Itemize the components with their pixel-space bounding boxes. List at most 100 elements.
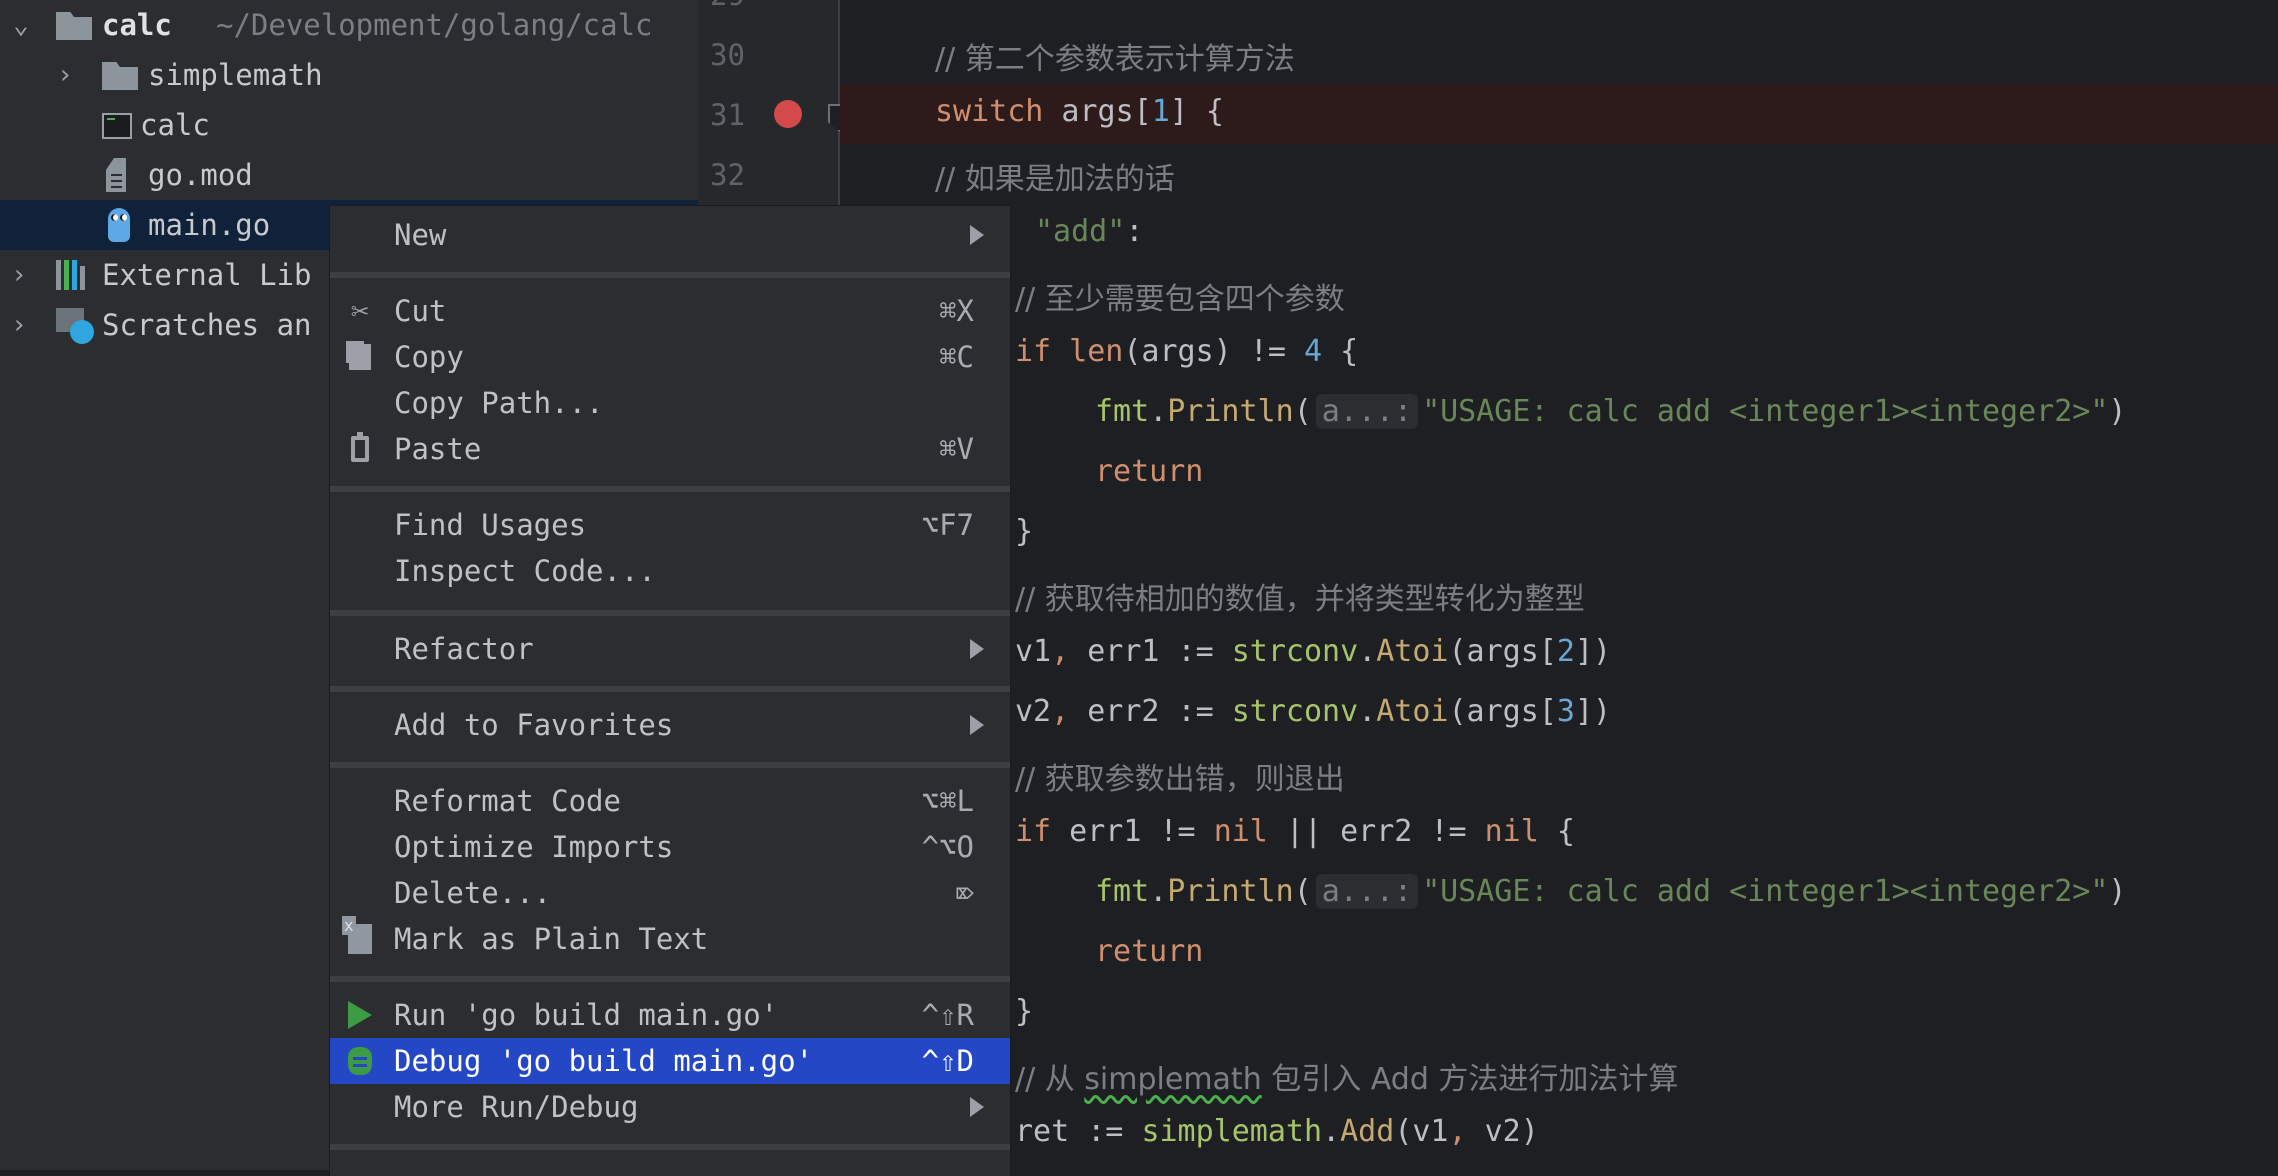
menu-item-copy-path[interactable]: Copy Path... [330,380,1010,426]
submenu-arrow-icon [970,639,984,659]
code-function: Add [1340,1114,1395,1149]
code-text: || err2 != [1267,814,1485,849]
menu-item-optimize-imports[interactable]: Optimize Imports ^⌥O [330,824,1010,870]
tree-item-label: Scratches an [102,308,312,342]
code-comment: 包引入 Add 方法进行加法计算 [1261,1062,1679,1097]
clock-icon [70,320,94,344]
code-line: v1, err1 := strconv.Atoi(args[2]) [1015,634,1611,669]
code-text: ) [2108,394,2127,429]
tree-root-calc[interactable]: ⌄ calc ~/Development/golang/calc [0,0,698,50]
code-text: v2) [1466,1114,1539,1149]
tree-item-label: calc [140,108,210,142]
code-text: err2 := [1069,694,1232,729]
terminal-icon [102,113,132,139]
tree-item-go-mod[interactable]: go.mod [0,150,698,200]
menu-item-more-run-debug[interactable]: More Run/Debug [330,1084,1010,1130]
chevron-right-icon[interactable]: › [6,312,32,338]
code-keyword: if [1015,814,1052,849]
tree-item-label: go.mod [148,158,253,192]
menu-item-label: Optimize Imports [394,830,674,864]
clipboard-icon [344,432,376,465]
code-comment: // 获取待相加的数值，并将类型转化为整型 [1015,582,1585,617]
menu-separator [330,762,1010,768]
tree-item-simplemath[interactable]: › simplemath [0,50,698,100]
submenu-arrow-icon [970,715,984,735]
menu-item-label: New [394,218,447,252]
menu-item-debug[interactable]: Debug 'go build main.go' ^⇧D [330,1038,1010,1084]
menu-item-label: Find Usages [394,508,587,542]
menu-separator [330,272,1010,278]
code-text: err1 != [1051,814,1214,849]
folder-icon [56,12,92,40]
line-number: 29 [710,0,780,12]
code-text: ]) [1574,694,1612,729]
line-number: 31 [710,98,745,132]
menu-item-inspect-code[interactable]: Inspect Code... [330,548,1010,594]
code-text: err1 := [1069,634,1232,669]
menu-item-copy[interactable]: Copy ⌘C [330,334,1010,380]
menu-separator [330,486,1010,492]
code-package: strconv [1231,634,1359,669]
plain-text-icon [342,916,376,955]
menu-item-label: Inspect Code... [394,554,656,588]
code-keyword: nil [1213,814,1268,849]
menu-item-label: Run 'go build main.go' [394,998,779,1032]
menu-item-add-to-favorites[interactable]: Add to Favorites [330,702,1010,748]
menu-item-label: Copy Path... [394,386,604,420]
code-number: 1 [1151,94,1170,129]
menu-item-delete[interactable]: Delete... ⌦ [330,870,1010,916]
code-number: 3 [1556,694,1575,729]
menu-separator [330,610,1010,616]
menu-item-new[interactable]: New [330,212,1010,258]
menu-item-label: Mark as Plain Text [394,922,709,956]
debug-bug-icon [344,1045,376,1077]
tree-item-calc[interactable]: calc [0,100,698,150]
code-text: { [1538,814,1575,849]
code-line: // 至少需要包含四个参数 [1015,274,1345,318]
menu-item-label: Refactor [394,632,534,666]
line-number: 32 [710,158,745,192]
code-line: if len(args) != 4 { [1015,334,1358,369]
library-icon [56,260,85,290]
menu-item-cut[interactable]: ✂ Cut ⌘X [330,288,1010,334]
chevron-right-icon[interactable]: › [52,62,78,88]
code-text: , [1448,1114,1467,1149]
menu-shortcut: ⌘C [939,340,974,374]
menu-shortcut: ^⌥O [921,830,974,864]
code-line: } [1015,994,1033,1029]
chevron-right-icon[interactable]: › [6,262,32,288]
tree-root-path: ~/Development/golang/calc [216,8,653,42]
menu-shortcut: ⌦ [956,876,974,910]
tree-item-label: main.go [148,208,271,242]
menu-item-reformat-code[interactable]: Reformat Code ⌥⌘L [330,778,1010,824]
menu-item-run[interactable]: Run 'go build main.go' ^⇧R [330,992,1010,1038]
code-function: Println [1167,394,1294,429]
code-comment-typo[interactable]: simplemath [1084,1062,1261,1097]
code-comment: // 如果是加法的话 [935,162,1175,197]
submenu-arrow-icon [970,1097,984,1117]
code-text: ( [1293,874,1312,909]
parameter-hint: a...: [1315,394,1419,429]
menu-item-label: Debug 'go build main.go' [394,1044,814,1078]
folder-icon [102,62,138,90]
code-string: "USAGE: calc add <integer1><integer2>" [1422,394,2109,429]
code-text: } [1015,994,1034,1029]
menu-item-refactor[interactable]: Refactor [330,626,1010,672]
submenu-arrow-icon [970,225,984,245]
code-package: fmt [1095,394,1150,429]
code-keyword: switch [935,94,1044,129]
breakpoint-icon[interactable] [774,100,802,128]
menu-item-mark-as-plain-text[interactable]: Mark as Plain Text [330,916,1010,962]
copy-icon [344,341,376,373]
menu-shortcut: ⌘X [939,294,974,328]
chevron-down-icon[interactable]: ⌄ [8,12,34,38]
code-comment: // 从 [1015,1062,1085,1097]
code-line: fmt.Println(a...: "USAGE: calc add <integ… [1095,874,2126,909]
menu-item-paste[interactable]: Paste ⌘V [330,426,1010,472]
menu-item-label: Paste [394,432,482,466]
menu-item-find-usages[interactable]: Find Usages ⌥F7 [330,502,1010,548]
menu-separator [330,976,1010,982]
code-comment: // 获取参数出错，则退出 [1015,762,1345,797]
code-keyword: return [1095,454,1204,489]
menu-shortcut: ⌥F7 [921,508,974,542]
